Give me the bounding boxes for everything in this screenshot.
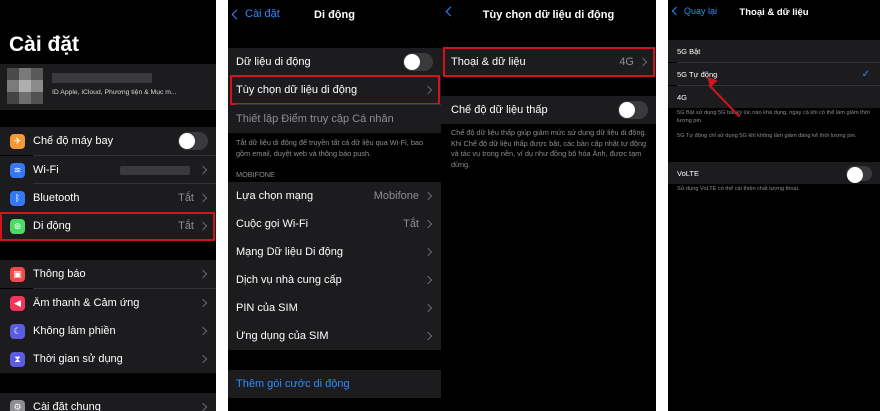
chevron-right-icon [198, 402, 208, 411]
cellular-screen: Cài đặt Di động Dữ liệu di động Tùy chọn… [228, 0, 441, 411]
wifi-value-redacted [120, 165, 190, 175]
row-label: Ứng dụng của SIM [236, 330, 329, 342]
row-label: Dịch vụ nhà cung cấp [236, 274, 342, 286]
low-data-mode-toggle[interactable] [618, 101, 648, 119]
wifi-row[interactable]: ≋ Wi-Fi [0, 156, 216, 184]
cellular-data-row[interactable]: Dữ liệu di động [228, 48, 441, 76]
highlight-box [230, 75, 440, 105]
page-title: Cài đặt [9, 33, 80, 56]
row-label: Cài đặt chung [33, 401, 101, 411]
airplane-icon: ✈ [10, 133, 25, 149]
highlight-box [443, 47, 655, 77]
chevron-right-icon [423, 247, 433, 257]
airplane-mode-row[interactable]: ✈ Chế độ máy bay [0, 127, 216, 155]
row-value: Tắt [178, 192, 194, 204]
do-not-disturb-row[interactable]: ☾ Không làm phiền [0, 317, 216, 345]
personal-hotspot-row[interactable]: Thiết lập Điểm truy cập Cá nhân [228, 105, 441, 133]
profile-subtitle: ID Apple, iCloud, Phương tiện & Mục m... [52, 89, 177, 96]
nav-bar: Quay lại Thoại & dữ liệu [668, 0, 880, 30]
low-data-mode-hint: Chế độ dữ liệu thấp giúp giảm mức sử dụn… [451, 128, 647, 169]
cellular-data-options-screen: Tùy chọn dữ liệu di động Thoại & dữ liệu… [441, 0, 656, 411]
cellular-data-hint: Tắt dữ liệu di động để truyền tất cả dữ … [236, 138, 424, 158]
volte-hint: Sử dụng VoLTE có thể cải thiện chất lượn… [677, 186, 800, 192]
checkmark-icon: ✓ [861, 68, 870, 80]
row-label: Thời gian sử dụng [33, 353, 123, 365]
option-5g-on[interactable]: 5G Bật [668, 40, 880, 62]
chevron-right-icon [423, 191, 433, 201]
notifications-icon: ▣ [10, 266, 25, 282]
chevron-right-icon [198, 269, 208, 279]
airplane-mode-toggle[interactable] [178, 132, 208, 150]
add-cellular-plan-row[interactable]: Thêm gói cước di động [228, 370, 441, 398]
wifi-calling-row[interactable]: Cuộc gọi Wi-Fi Tắt [228, 210, 441, 238]
sim-pin-row[interactable]: PIN của SIM [228, 294, 441, 322]
general-row[interactable]: ⚙ Cài đặt chung [0, 393, 216, 411]
option-5g-auto[interactable]: 5G Tự động ✓ [668, 63, 880, 85]
wifi-icon: ≋ [10, 162, 25, 178]
gear-icon: ⚙ [10, 399, 25, 411]
row-value: Mobifone [373, 190, 419, 202]
carrier-services-row[interactable]: Dịch vụ nhà cung cấp [228, 266, 441, 294]
apple-id-row[interactable]: ID Apple, iCloud, Phương tiện & Mục m... [0, 64, 216, 110]
page-title: Tùy chọn dữ liệu di động [482, 9, 615, 21]
row-label: Lựa chọn mạng [236, 190, 314, 202]
add-cellular-plan-link[interactable]: Thêm gói cước di động [228, 378, 441, 390]
row-label: Thiết lập Điểm truy cập Cá nhân [236, 113, 394, 125]
chevron-right-icon [423, 303, 433, 313]
chevron-right-icon [423, 275, 433, 285]
row-value: Tắt [403, 218, 419, 230]
sounds-row[interactable]: ◀ Âm thanh & Cảm ứng [0, 289, 216, 317]
profile-name-redacted [52, 73, 152, 83]
row-label: Chế độ dữ liệu thấp [451, 104, 548, 116]
page-title: Thoại & dữ liệu [739, 7, 809, 18]
hourglass-icon: ⧗ [10, 351, 25, 367]
volte-toggle[interactable] [846, 165, 872, 183]
bluetooth-row[interactable]: ᛒ Bluetooth Tắt [0, 184, 216, 212]
cellular-data-network-row[interactable]: Mạng Dữ liệu Di động [228, 238, 441, 266]
nav-bar: Cài đặt Di động [228, 0, 441, 30]
row-label: Thông báo [33, 268, 86, 280]
option-4g[interactable]: 4G [668, 86, 880, 108]
chevron-right-icon [198, 165, 208, 175]
option-label: 4G [677, 92, 688, 102]
low-data-mode-row[interactable]: Chế độ dữ liệu thấp [441, 96, 656, 124]
chevron-right-icon [423, 219, 433, 229]
row-label: Dữ liệu di động [236, 56, 311, 68]
chevron-right-icon [198, 326, 208, 336]
volte-row[interactable]: VoLTE [668, 162, 880, 184]
row-label: Mạng Dữ liệu Di động [236, 246, 344, 258]
row-label: Chế độ máy bay [33, 135, 114, 147]
avatar [7, 68, 43, 104]
notifications-row[interactable]: ▣ Thông báo [0, 260, 216, 288]
option-label: 5G Bật [677, 46, 701, 56]
section-header: MOBIFONE [236, 170, 275, 179]
highlight-box [0, 212, 215, 241]
chevron-right-icon [198, 193, 208, 203]
network-selection-row[interactable]: Lựa chọn mạng Mobifone [228, 182, 441, 210]
chevron-right-icon [198, 354, 208, 364]
bluetooth-icon: ᛒ [10, 190, 25, 206]
5g-auto-hint: 5G Tự động chỉ sử dụng 5G khi không làm … [677, 133, 857, 139]
screen-time-row[interactable]: ⧗ Thời gian sử dụng [0, 345, 216, 373]
page-title: Di động [314, 9, 355, 21]
chevron-right-icon [423, 331, 433, 341]
chevron-right-icon [198, 298, 208, 308]
nav-bar: Tùy chọn dữ liệu di động [441, 0, 656, 30]
row-label: Không làm phiền [33, 325, 116, 337]
option-label: 5G Tự động [677, 69, 718, 79]
sim-applications-row[interactable]: Ứng dụng của SIM [228, 322, 441, 350]
cellular-data-toggle[interactable] [403, 53, 433, 71]
5g-on-hint: 5G Bật sử dụng 5G bất kỳ lúc nào khả dụn… [677, 110, 870, 124]
row-label: Wi-Fi [33, 164, 59, 176]
voice-data-screen: Quay lại Thoại & dữ liệu 5G Bật 5G Tự độ… [668, 0, 880, 411]
row-label: VoLTE [677, 168, 699, 178]
moon-icon: ☾ [10, 323, 25, 339]
row-label: Bluetooth [33, 192, 80, 204]
settings-screen: Cài đặt ID Apple, iCloud, Phương tiện & … [0, 0, 216, 411]
row-label: Âm thanh & Cảm ứng [33, 297, 140, 309]
row-label: PIN của SIM [236, 302, 298, 314]
speaker-icon: ◀ [10, 295, 25, 311]
row-label: Cuộc gọi Wi-Fi [236, 218, 309, 230]
